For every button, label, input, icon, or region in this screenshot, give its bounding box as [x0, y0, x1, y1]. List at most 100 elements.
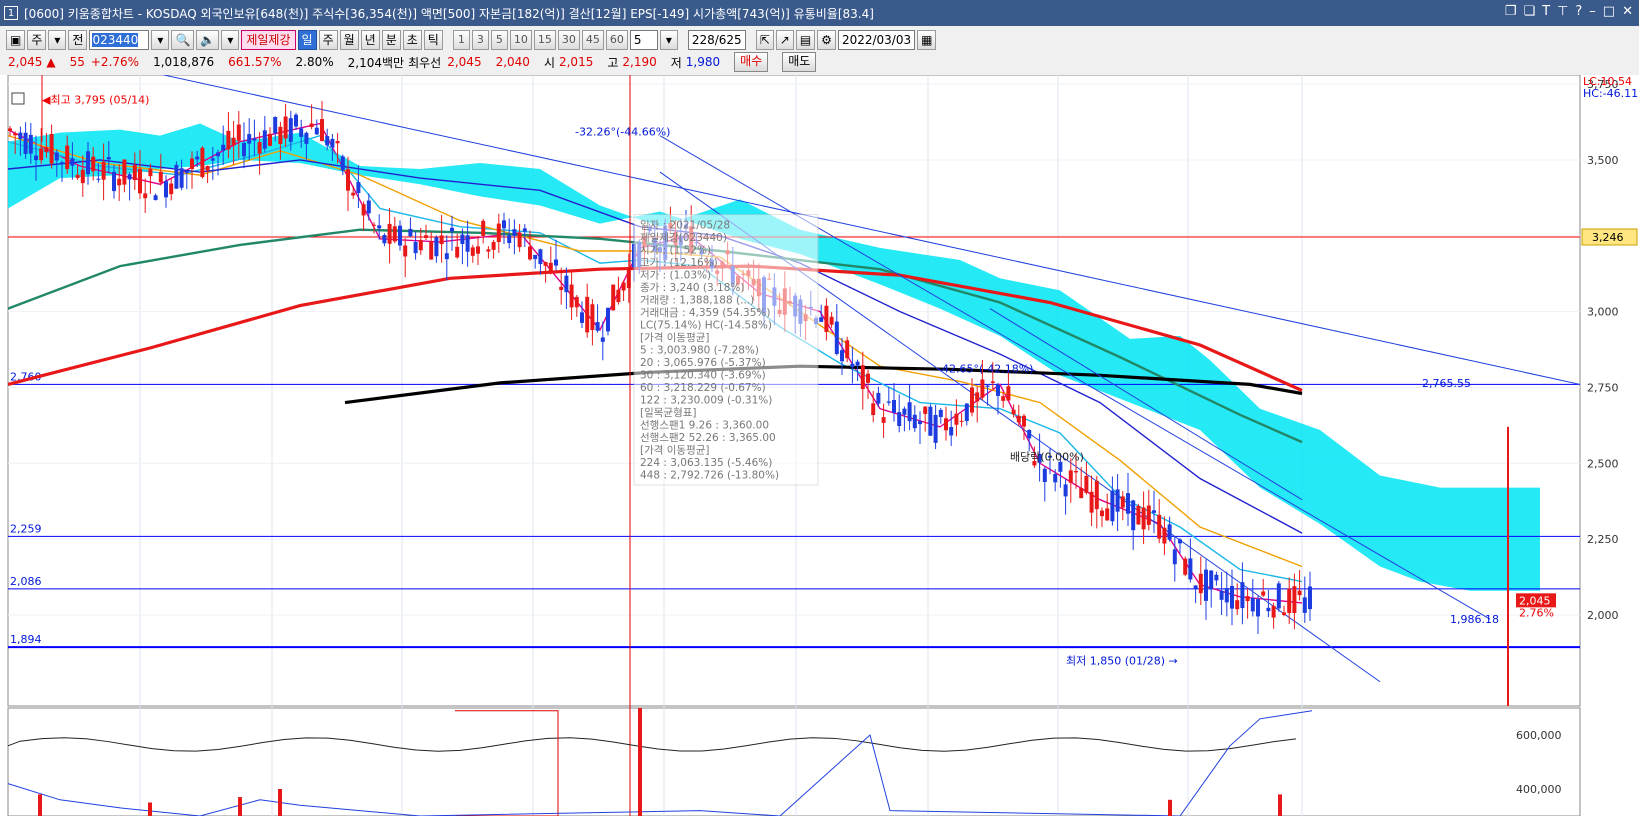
stock-dropdown-icon[interactable]: ▾ [221, 30, 240, 50]
candle-body [1006, 386, 1011, 401]
amount: 2,104백만 [347, 55, 405, 70]
price-tick-label: 2,250 [1587, 533, 1619, 546]
change-pct: +2.76% [90, 55, 140, 69]
candle-body [91, 156, 96, 172]
candle-body [840, 350, 844, 362]
tab-week[interactable]: 주 [318, 30, 338, 50]
code-dropdown-icon[interactable]: ▾ [151, 30, 170, 50]
turnover: 2.80% [295, 55, 334, 69]
candle-body [273, 117, 278, 134]
sell-button[interactable]: 매도 [782, 52, 817, 72]
candle-body [429, 241, 434, 260]
interval-15[interactable]: 15 [533, 30, 556, 50]
change: 55 [69, 55, 85, 69]
candle-body [938, 409, 943, 418]
candle-body [1136, 505, 1141, 525]
tooltip-line: 고가 : (12.16%) [640, 257, 718, 269]
maximize-icon[interactable]: □ [1603, 4, 1615, 19]
prev-button[interactable]: 전 [68, 30, 88, 50]
volume-pane [7, 707, 1581, 816]
candle-body [533, 254, 538, 260]
hc-label: HC:-46.11 [1583, 87, 1638, 100]
candle-body [13, 133, 18, 136]
candle-body [294, 114, 298, 127]
layout-icon[interactable]: ▣ [6, 30, 26, 50]
candle-body [522, 228, 527, 232]
stock-name[interactable]: 제일제강 [241, 30, 296, 50]
chart-canvas[interactable]: 3,7503,5003,2503,0002,7502,5002,2502,000… [0, 75, 1639, 816]
tooltip-line: 60 : 3,218.229 (-0.67%) [640, 382, 766, 394]
price-chart[interactable]: 3,7503,5003,2503,0002,7502,5002,2502,000… [0, 75, 1639, 816]
interval-dropdown-icon[interactable]: ▾ [659, 30, 678, 50]
candle-body [444, 253, 449, 260]
candle-body [340, 156, 345, 171]
period-select[interactable]: 주 [27, 30, 47, 50]
candle-body [1302, 597, 1307, 613]
interval-3[interactable]: 3 [471, 30, 489, 50]
candle-body [1131, 500, 1136, 531]
candle-body [1219, 590, 1224, 600]
interval-10[interactable]: 10 [509, 30, 532, 50]
candle-body [158, 171, 163, 183]
candle-body [881, 417, 886, 423]
save-icon[interactable]: ▤ [795, 30, 816, 50]
tab-tick[interactable]: 틱 [423, 30, 443, 50]
copy-window-icon[interactable]: ❏ [1523, 4, 1535, 19]
candle-body [543, 262, 548, 266]
minimize-icon[interactable]: – [1589, 4, 1596, 19]
count-field[interactable]: 228/625 [687, 30, 746, 50]
candle-body [1308, 586, 1312, 610]
date-field[interactable]: 2022/03/03 [837, 30, 916, 50]
tab-month[interactable]: 월 [339, 30, 359, 50]
font-icon[interactable]: T [1542, 4, 1550, 19]
interval-1[interactable]: 1 [452, 30, 470, 50]
tab-minute[interactable]: 분 [381, 30, 401, 50]
interval-input[interactable]: 5 [629, 30, 658, 50]
candle-body [611, 284, 616, 311]
interval-60[interactable]: 60 [605, 30, 628, 50]
speaker-icon[interactable]: 🔈 [196, 30, 220, 50]
tab-second[interactable]: 초 [402, 30, 422, 50]
draw-tool-icon[interactable]: ↗ [775, 30, 794, 50]
restore-icon[interactable]: ❐ [1505, 4, 1517, 19]
candle-body [1188, 558, 1193, 580]
interval-45[interactable]: 45 [581, 30, 604, 50]
candle-body [413, 241, 418, 254]
interval-30[interactable]: 30 [557, 30, 580, 50]
zoom-icon[interactable]: ⇱ [755, 30, 774, 50]
volume-ratio: 661.57% [228, 55, 282, 69]
calendar-icon[interactable]: ▦ [917, 30, 937, 50]
candle-body [434, 237, 439, 257]
candle-body [309, 123, 314, 128]
candle-body [897, 412, 902, 427]
candle-body [559, 286, 564, 290]
candle-body [424, 235, 428, 238]
stock-code-input[interactable]: 023440 [89, 30, 150, 50]
interval-5[interactable]: 5 [490, 30, 508, 50]
candle-body [408, 228, 413, 237]
buy-button[interactable]: 매수 [734, 52, 769, 72]
close-icon[interactable]: ✕ [1622, 4, 1633, 19]
candle-body [398, 225, 402, 246]
candle-body [834, 321, 839, 354]
tab-day[interactable]: 일 [297, 30, 317, 50]
pin-icon[interactable]: ⊤ [1557, 4, 1568, 19]
tab-year[interactable]: 년 [360, 30, 380, 50]
tooltip-line: 224 : 3,063.135 (-5.46%) [640, 457, 772, 469]
settings-icon[interactable]: ⚙ [817, 30, 836, 50]
candle-body [944, 418, 948, 431]
dropdown-icon[interactable]: ▾ [48, 30, 67, 50]
stock-code-value: 023440 [92, 33, 139, 47]
tooltip-line: [가격 이동평균] [640, 331, 710, 344]
candle-body [304, 132, 309, 144]
candle-body [49, 133, 54, 164]
search-icon[interactable]: 🔍 [171, 30, 195, 50]
best-label: 최우선 [408, 55, 442, 70]
candle-body [372, 224, 376, 226]
candle-body [606, 307, 610, 332]
candle-body [28, 134, 33, 154]
help-icon[interactable]: ? [1575, 4, 1582, 19]
candle-body [1126, 493, 1130, 514]
candle-body [886, 401, 891, 403]
app-icon: 1 [4, 6, 18, 20]
